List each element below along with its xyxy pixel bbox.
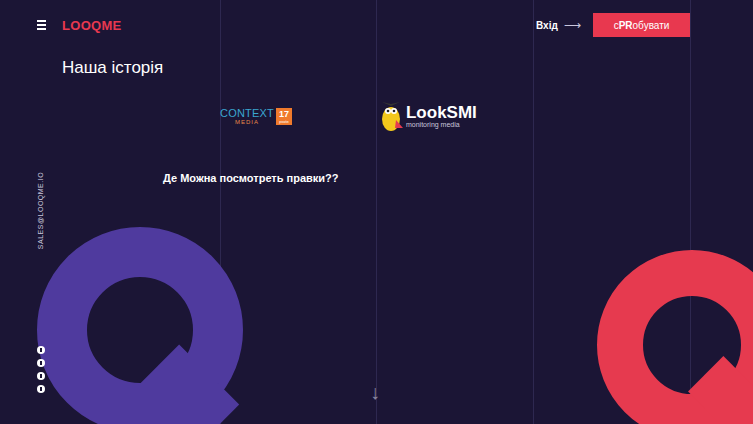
grid-line xyxy=(533,0,534,424)
twitter-icon[interactable] xyxy=(37,359,45,367)
looksmi-logo: LookSMI monitoring media xyxy=(378,100,477,132)
header: LOOQME Вхід⟶ сPRобувати xyxy=(0,0,753,50)
menu-icon[interactable] xyxy=(37,20,46,30)
instagram-icon[interactable] xyxy=(37,385,45,393)
linkedin-icon[interactable] xyxy=(37,372,45,380)
note-text: Де Можна посмотреть правки?? xyxy=(163,172,753,184)
grid-line xyxy=(376,0,377,424)
context-media-logo: CONTEXT MEDIA 17 років xyxy=(220,107,292,125)
page: SALES@LOOQME.IO LOOQME Вхід⟶ сPRобувати … xyxy=(0,0,753,424)
side-rail: SALES@LOOQME.IO xyxy=(34,170,48,393)
section-title: Наша історія xyxy=(62,58,753,78)
facebook-icon[interactable] xyxy=(37,346,45,354)
try-button[interactable]: сPRобувати xyxy=(593,13,690,37)
partner-logos: CONTEXT MEDIA 17 років LookSMI monitorin… xyxy=(220,100,753,132)
purple-q-icon xyxy=(37,227,277,424)
grid-line xyxy=(690,0,691,424)
red-q-icon xyxy=(597,250,753,424)
social-links xyxy=(37,346,45,393)
email-link[interactable]: SALES@LOOQME.IO xyxy=(38,171,45,248)
bird-icon xyxy=(378,100,404,132)
logo[interactable]: LOOQME xyxy=(62,18,122,33)
scroll-down-icon[interactable]: ↓ xyxy=(370,381,380,404)
login-link[interactable]: Вхід⟶ xyxy=(536,18,581,32)
history-section: Наша історія CONTEXT MEDIA 17 років Look… xyxy=(0,50,753,184)
